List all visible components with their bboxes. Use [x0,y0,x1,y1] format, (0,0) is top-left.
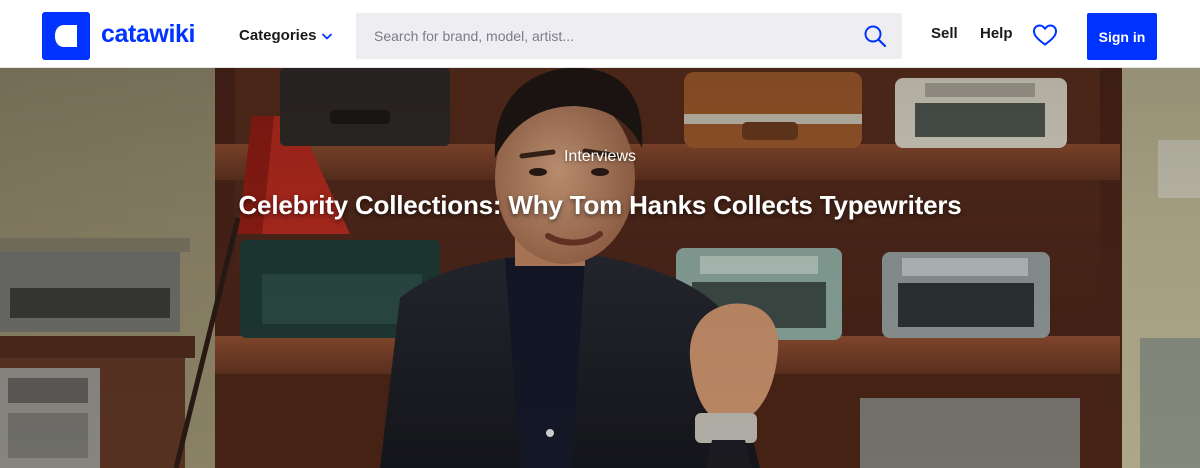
hero-overlay [0,68,1200,468]
sign-in-button[interactable]: Sign in [1087,13,1157,60]
favorites-button[interactable] [1032,23,1058,47]
search-input[interactable] [356,13,852,59]
heart-icon [1033,24,1057,46]
article-category[interactable]: Interviews [0,148,1200,166]
sell-link[interactable]: Sell [931,25,958,42]
search-button[interactable] [852,13,898,59]
categories-label: Categories [239,26,317,44]
catawiki-logo-icon [42,12,90,60]
help-link[interactable]: Help [980,25,1013,42]
search-bar [356,13,902,59]
article-title[interactable]: Celebrity Collections: Why Tom Hanks Col… [0,190,1200,221]
hero-banner[interactable]: Interviews Celebrity Collections: Why To… [0,68,1200,468]
search-icon [864,25,887,48]
brand-name: catawiki [101,19,196,48]
categories-menu[interactable]: Categories [239,24,332,46]
chevron-down-icon [321,33,332,40]
site-header: catawiki Categories Sell Help Sign in [0,0,1200,68]
logo-link[interactable]: catawiki [42,12,195,60]
